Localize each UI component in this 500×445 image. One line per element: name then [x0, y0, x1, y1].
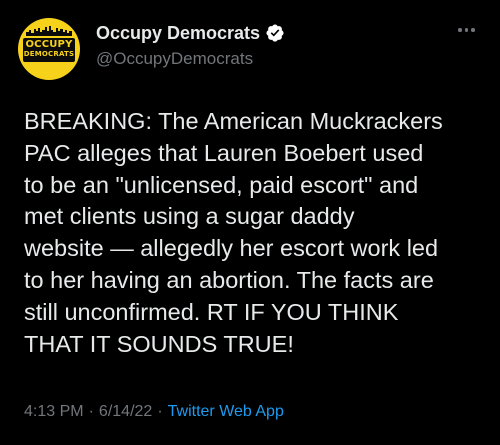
tweet-source-link[interactable]: Twitter Web App [168, 403, 284, 421]
user-handle[interactable]: @OccupyDemocrats [96, 49, 285, 69]
meta-separator-2: · [157, 403, 163, 420]
meta-separator: · [88, 403, 94, 420]
author-block: Occupy Democrats @OccupyDemocrats [96, 22, 285, 69]
tweet-meta: 4:13 PM · 6/14/22 · Twitter Web App [24, 403, 284, 421]
more-horizontal-icon[interactable] [458, 26, 478, 34]
skyline-icon [26, 26, 72, 36]
avatar-logo-line2: DEMOCRATS [23, 50, 75, 58]
tweet-card: OCCUPY DEMOCRATS Occupy Democrats @Occup… [0, 0, 500, 445]
tweet-time[interactable]: 4:13 PM [24, 403, 84, 421]
verified-badge-icon [266, 24, 284, 42]
tweet-date[interactable]: 6/14/22 [99, 403, 152, 421]
avatar[interactable]: OCCUPY DEMOCRATS [18, 18, 80, 80]
display-name[interactable]: Occupy Democrats [96, 23, 260, 44]
tweet-text: BREAKING: The American Muckrackers PAC a… [24, 108, 443, 357]
avatar-logo-line1: OCCUPY [25, 39, 73, 50]
display-name-row: Occupy Democrats [96, 22, 285, 44]
avatar-logo-plate: OCCUPY DEMOCRATS [23, 38, 75, 62]
